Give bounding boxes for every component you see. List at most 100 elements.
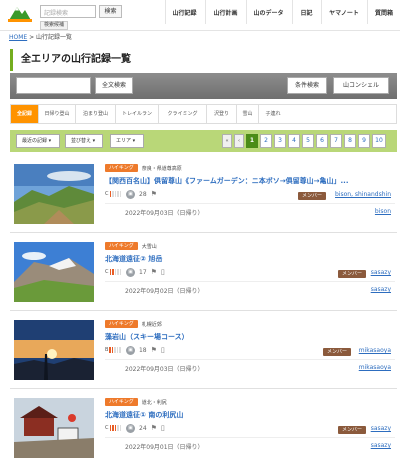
page-7[interactable]: 7: [330, 134, 342, 148]
tab-day-hike[interactable]: 日帰り登山: [39, 105, 76, 123]
record-users-link[interactable]: bison, shinandshin: [335, 191, 391, 198]
difficulty-meter: C: [105, 191, 122, 198]
record-owner-link[interactable]: mikasaoya: [359, 364, 391, 371]
page-5[interactable]: 5: [302, 134, 314, 148]
record-meta: ハイキング 道北・利尻: [105, 398, 167, 406]
record-stats: C ▣ 28 ⚑: [105, 189, 157, 199]
tab-snow-mountain[interactable]: 雪山: [237, 105, 259, 123]
course-letter: C: [105, 269, 109, 275]
record-area[interactable]: 道北・利尻: [142, 399, 167, 406]
fulltext-search-button[interactable]: 全文検索: [95, 77, 133, 94]
photo-count: 28: [139, 190, 147, 198]
page-4[interactable]: 4: [288, 134, 300, 148]
member-badge: メンバー: [298, 192, 327, 200]
record-area[interactable]: 大雪山: [142, 243, 157, 250]
member-badge: メンバー: [323, 348, 352, 356]
breadcrumb-home[interactable]: HOME: [9, 34, 27, 41]
yama-concierge-button[interactable]: 山コンシェル: [333, 77, 389, 94]
record-meta: ハイキング 大雪山: [105, 242, 157, 250]
page-6[interactable]: 6: [316, 134, 328, 148]
record-date: 2022年09月03日（日帰り）: [125, 210, 204, 217]
record-title-link[interactable]: 北海道遠征② 旭岳: [105, 254, 390, 264]
record-thumbnail[interactable]: [14, 398, 94, 458]
nav-mountain-data[interactable]: 山のデータ: [246, 0, 290, 24]
order-label: 並び替え: [71, 138, 92, 144]
page-9[interactable]: 9: [358, 134, 370, 148]
sort-recent-button[interactable]: 最近の記録 ▾: [16, 134, 60, 148]
record-thumbnail[interactable]: [14, 320, 94, 380]
tab-sawa[interactable]: 沢登り: [207, 105, 237, 123]
page-3[interactable]: 3: [274, 134, 286, 148]
order-button[interactable]: 並び替え ▾: [65, 134, 103, 148]
record-title-link[interactable]: 北海道遠征① 南の利尻山: [105, 410, 390, 420]
record-area[interactable]: 札幌近郊: [142, 321, 162, 328]
record-users-link[interactable]: mikasaoya: [359, 347, 391, 354]
photo-icon: ▣: [125, 345, 135, 355]
search-suggestion-tip[interactable]: 検索候補: [40, 21, 69, 30]
record-title-link[interactable]: 藻岩山（スキー場コース）: [105, 332, 390, 342]
page-2[interactable]: 2: [260, 134, 272, 148]
record-area[interactable]: 奈良・県道尊高原: [142, 165, 182, 172]
prev-page-button[interactable]: ‹: [234, 134, 244, 148]
site-logo[interactable]: [8, 4, 32, 22]
record-users-link[interactable]: sasazy: [371, 425, 391, 432]
sort-recent-label: 最近の記録: [22, 138, 48, 144]
area-filter-label: エリア: [116, 138, 132, 144]
record-search-input[interactable]: 記録検索: [40, 5, 96, 18]
record-date: 2022年09月01日（日帰り）: [125, 444, 204, 451]
difficulty-meter: B: [105, 347, 122, 354]
photo-count: 18: [138, 346, 147, 354]
nav-qa[interactable]: 質問箱: [367, 0, 400, 24]
page-8[interactable]: 8: [344, 134, 356, 148]
page-1[interactable]: 1: [246, 134, 258, 148]
course-letter: C: [105, 425, 109, 431]
site-header: 記録検索 検索 検索候補 山行記録 山行計画 山のデータ 日記 ヤマノート 質問…: [0, 0, 400, 31]
flag-icon: ⚑: [150, 268, 157, 276]
record-divider: [105, 203, 395, 204]
record-meta: ハイキング 奈良・県道尊高原: [105, 164, 182, 172]
record-owner-link[interactable]: sasazy: [371, 442, 391, 449]
tab-all-records[interactable]: 全記録: [11, 105, 39, 123]
record-stats: C ▣ 24 ⚑ ▯: [105, 423, 165, 433]
area-filter-button[interactable]: エリア ▾: [110, 134, 144, 148]
record-title-link[interactable]: 【関西百名山】俱留尊山《ファームガーデン：ニ本ボソ→俱留尊山→亀山」...: [105, 176, 390, 186]
first-page-button[interactable]: «: [222, 134, 232, 148]
record-owner-link[interactable]: sasazy: [371, 286, 391, 293]
tab-overnight[interactable]: 泊まり登山: [76, 105, 116, 123]
category-badge[interactable]: ハイキング: [105, 320, 138, 328]
member-badge: メンバー: [338, 270, 367, 278]
category-badge[interactable]: ハイキング: [105, 242, 138, 250]
page-10[interactable]: 10: [372, 134, 386, 148]
record-owner-link[interactable]: bison: [375, 208, 391, 215]
photo-icon: ▣: [126, 267, 135, 277]
record-thumbnail[interactable]: [14, 242, 94, 302]
flag-icon: ⚑: [150, 190, 157, 198]
difficulty-meter: C: [105, 425, 122, 432]
nav-records[interactable]: 山行記録: [165, 0, 203, 24]
record-thumbnail[interactable]: [14, 164, 94, 224]
record-users-link[interactable]: sasazy: [371, 269, 391, 276]
nav-plans[interactable]: 山行計画: [205, 0, 245, 24]
tab-trail-run[interactable]: トレイルラン: [116, 105, 159, 123]
nav-diary[interactable]: 日記: [292, 0, 320, 24]
record-stats: B ▣ 18 ⚑ ▯: [105, 345, 165, 355]
category-badge[interactable]: ハイキング: [105, 398, 138, 406]
record-meta: ハイキング 札幌近郊: [105, 320, 162, 328]
record-date: 2022年09月03日（日帰り）: [125, 366, 204, 373]
chevron-down-icon: ▾: [132, 138, 136, 144]
breadcrumb: HOME > 山行記録一覧: [9, 32, 72, 41]
chevron-down-icon: ▾: [48, 138, 52, 144]
photo-icon: ▣: [126, 423, 135, 433]
flag-icon: ⚑: [150, 424, 157, 432]
nav-yama-note[interactable]: ヤマノート: [321, 0, 366, 24]
condition-search-button[interactable]: 条件検索: [287, 77, 327, 94]
document-icon: ▯: [160, 346, 165, 354]
record-date: 2022年09月02日（日帰り）: [125, 288, 204, 295]
course-letter: B: [105, 347, 109, 353]
record-item: ハイキング 大雪山 北海道遠征② 旭岳 C ▣ 17 ⚑ ▯ メンバー sasa…: [10, 236, 397, 311]
fulltext-search-input[interactable]: [16, 77, 91, 94]
category-badge[interactable]: ハイキング: [105, 164, 138, 172]
tab-climbing[interactable]: クライミング: [159, 105, 207, 123]
record-search-button[interactable]: 検索: [99, 5, 122, 18]
tab-with-kids[interactable]: 子連れ: [259, 105, 287, 123]
